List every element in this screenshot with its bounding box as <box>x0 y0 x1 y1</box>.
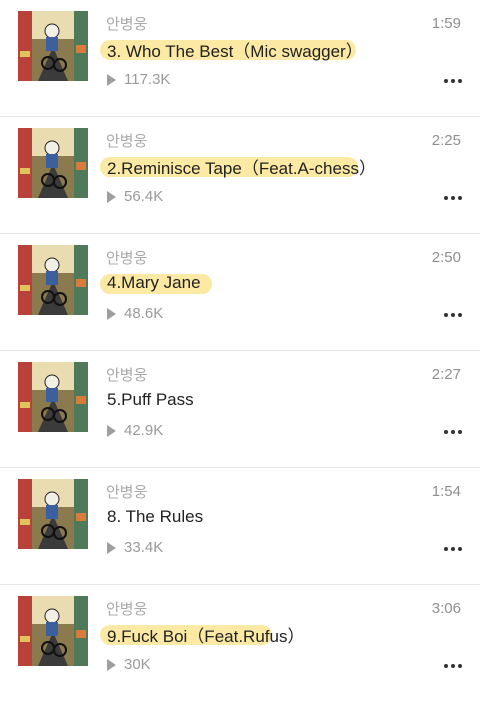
artist-name[interactable]: 안병웅 <box>106 130 147 151</box>
artist-name[interactable]: 안병웅 <box>106 364 147 385</box>
track-title[interactable]: 3. Who The Best（Mic swagger） <box>100 37 363 62</box>
play-icon[interactable] <box>107 424 116 437</box>
track-duration: 1:54 <box>431 483 461 500</box>
more-icon[interactable] <box>444 541 462 557</box>
track-title[interactable]: 5.Puff Pass <box>100 390 194 410</box>
play-icon[interactable] <box>107 190 116 203</box>
artist-name[interactable]: 안병웅 <box>106 598 147 619</box>
track-row[interactable]: 안병웅 8. The Rules 1:54 33.4K <box>0 468 480 585</box>
album-cover[interactable] <box>18 596 88 666</box>
play-icon[interactable] <box>107 541 116 554</box>
track-row[interactable]: 안병웅 4.Mary Jane 2:50 48.6K <box>0 234 480 351</box>
track-title[interactable]: 8. The Rules <box>100 507 203 527</box>
play-count: 30K <box>107 656 151 673</box>
track-row[interactable]: 안병웅 3. Who The Best（Mic swagger） 1:59 11… <box>0 0 480 117</box>
artist-name[interactable]: 안병웅 <box>106 247 147 268</box>
artist-name[interactable]: 안병웅 <box>106 481 147 502</box>
play-icon[interactable] <box>107 73 116 86</box>
play-count-value: 117.3K <box>124 71 171 88</box>
play-count-value: 48.6K <box>124 305 164 322</box>
track-title[interactable]: 2.Reminisce Tape（Feat.A-chess） <box>100 154 376 179</box>
more-icon[interactable] <box>444 307 462 323</box>
track-row[interactable]: 안병웅 2.Reminisce Tape（Feat.A-chess） 2:25 … <box>0 117 480 234</box>
play-count-value: 42.9K <box>124 422 164 439</box>
more-icon[interactable] <box>444 190 462 206</box>
track-duration: 2:25 <box>431 132 461 149</box>
track-title[interactable]: 4.Mary Jane <box>100 273 201 293</box>
album-cover[interactable] <box>18 245 88 315</box>
track-duration: 1:59 <box>431 15 461 32</box>
album-cover[interactable] <box>18 128 88 198</box>
track-row[interactable]: 안병웅 9.Fuck Boi（Feat.Rufus） 3:06 30K <box>0 585 480 702</box>
track-duration: 3:06 <box>431 600 461 617</box>
play-count: 56.4K <box>107 188 163 205</box>
track-title[interactable]: 9.Fuck Boi（Feat.Rufus） <box>100 622 304 647</box>
album-cover[interactable] <box>18 479 88 549</box>
album-cover[interactable] <box>18 11 88 81</box>
play-icon[interactable] <box>107 658 116 671</box>
play-count-value: 33.4K <box>124 539 164 556</box>
more-icon[interactable] <box>444 424 462 440</box>
more-icon[interactable] <box>444 73 462 89</box>
play-count: 117.3K <box>107 71 170 88</box>
play-count: 42.9K <box>107 422 163 439</box>
artist-name[interactable]: 안병웅 <box>106 13 147 34</box>
track-row[interactable]: 안병웅 5.Puff Pass 2:27 42.9K <box>0 351 480 468</box>
play-icon[interactable] <box>107 307 116 320</box>
play-count: 48.6K <box>107 305 163 322</box>
play-count-value: 30K <box>124 656 151 673</box>
more-icon[interactable] <box>444 658 462 674</box>
track-duration: 2:27 <box>431 366 461 383</box>
play-count: 33.4K <box>107 539 163 556</box>
play-count-value: 56.4K <box>124 188 164 205</box>
album-cover[interactable] <box>18 362 88 432</box>
track-duration: 2:50 <box>431 249 461 266</box>
